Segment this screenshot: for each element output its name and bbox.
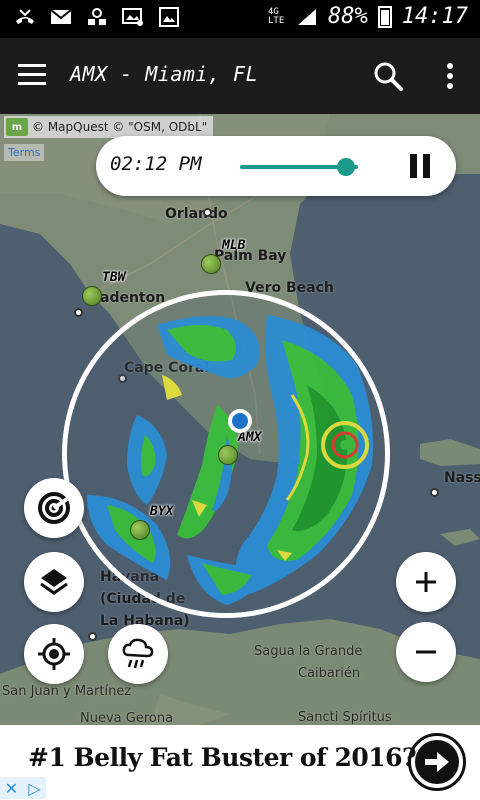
- search-icon[interactable]: [372, 60, 404, 92]
- station-label-byx: BYX: [150, 504, 174, 519]
- place-sancti: Sancti Spíritus: [298, 710, 392, 725]
- place-nueva-gerona: Nueva Gerona: [80, 711, 174, 725]
- lte-icon: 4G LTE: [268, 6, 285, 26]
- map-attribution: m © MapQuest © "OSM, ODbL": [4, 116, 214, 138]
- mms-icon: [122, 6, 144, 28]
- place-san-juan: San Juan y Martínez: [2, 684, 132, 699]
- minus-icon: [416, 650, 436, 654]
- timeline-slider[interactable]: [240, 158, 358, 176]
- pause-button[interactable]: [408, 154, 432, 178]
- radar-station-amx[interactable]: [218, 445, 238, 465]
- city-dot: [430, 488, 439, 497]
- city-dot: [203, 208, 212, 217]
- app-bar: AMX - Miami, FL: [0, 38, 480, 114]
- signal-icon: [296, 6, 318, 28]
- my-location-button[interactable]: [24, 624, 84, 684]
- radar-station-mlb[interactable]: [201, 254, 221, 274]
- my-location-icon: [38, 638, 70, 670]
- cloud-rain-icon: [122, 638, 154, 669]
- arrow-right-icon: [425, 752, 449, 772]
- status-bar: 4G LTE 88% 14:17: [0, 0, 480, 38]
- radar-station-tbw[interactable]: [82, 286, 102, 306]
- plus-icon: [416, 572, 436, 592]
- clock: 14:17: [401, 4, 468, 29]
- ad-close-icon[interactable]: ✕: [0, 777, 23, 799]
- frame-time: 02:12 PM: [110, 153, 202, 175]
- radar-button[interactable]: [24, 478, 84, 538]
- zoom-in-button[interactable]: [396, 552, 456, 612]
- radar-map[interactable]: m © MapQuest © "OSM, ODbL" Terms Orlando…: [0, 114, 480, 725]
- place-sagua: Sagua la Grande: [254, 644, 363, 659]
- adchoices: ✕ ▷: [0, 777, 46, 799]
- radar-icon: [38, 492, 70, 524]
- terms-link[interactable]: Terms: [4, 144, 45, 161]
- page-title: AMX - Miami, FL: [70, 62, 259, 86]
- zoom-out-button[interactable]: [396, 622, 456, 682]
- more-vert-icon[interactable]: [440, 60, 460, 92]
- weather-button[interactable]: [108, 624, 168, 684]
- attribution-text: © MapQuest © "OSM, ODbL": [32, 120, 208, 134]
- adchoices-icon[interactable]: ▷: [23, 777, 46, 799]
- ad-headline[interactable]: #1 Belly Fat Buster of 2016?: [28, 743, 417, 772]
- station-label-mlb: MLB: [222, 238, 246, 253]
- menu-icon[interactable]: [18, 64, 46, 86]
- place-orlando: Orlando: [165, 206, 228, 222]
- battery-icon: [377, 5, 392, 28]
- station-label-tbw: TBW: [102, 270, 126, 285]
- place-caibarien: Caibarién: [298, 666, 361, 681]
- layers-button[interactable]: [24, 552, 84, 612]
- layers-icon: [40, 569, 68, 595]
- timeline-slider-thumb[interactable]: [337, 158, 356, 176]
- radar-station-byx[interactable]: [130, 520, 150, 540]
- playback-control: 02:12 PM: [96, 136, 456, 196]
- battery-percent: 88%: [328, 4, 368, 29]
- ad-banner[interactable]: #1 Belly Fat Buster of 2016? ✕ ▷: [0, 725, 480, 800]
- image-icon: [158, 6, 180, 28]
- mapquest-logo: m: [6, 118, 28, 136]
- place-nassau: Nass: [444, 470, 480, 486]
- current-location-marker[interactable]: [228, 409, 252, 433]
- mobile-data-icon: [86, 6, 108, 28]
- missed-call-icon: [14, 6, 36, 28]
- email-icon: [50, 6, 72, 28]
- city-dot: [88, 632, 97, 641]
- ad-cta-button[interactable]: [408, 733, 466, 791]
